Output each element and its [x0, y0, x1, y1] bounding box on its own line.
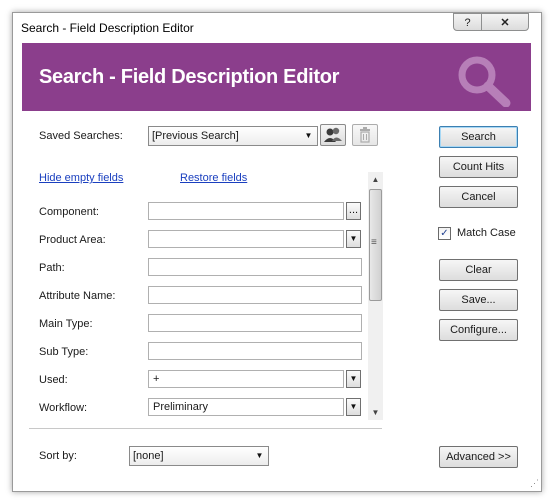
path-label: Path: [39, 262, 65, 274]
chevron-down-icon: ▼ [255, 451, 264, 460]
manage-searches-button[interactable] [320, 124, 346, 146]
workflow-dropdown-button[interactable]: ▼ [346, 398, 361, 416]
sort-by-label: Sort by: [39, 450, 77, 462]
workflow-label: Workflow: [39, 402, 88, 414]
used-dropdown-button[interactable]: ▼ [346, 370, 361, 388]
help-button[interactable]: ? [453, 13, 482, 31]
saved-searches-label: Saved Searches: [39, 130, 123, 142]
product-area-dropdown-button[interactable]: ▼ [346, 230, 361, 248]
hide-empty-fields-link[interactable]: Hide empty fields [39, 172, 123, 184]
advanced-button[interactable]: Advanced >> [439, 446, 518, 468]
match-case-checkbox[interactable]: ✓ [438, 227, 451, 240]
path-field[interactable] [148, 258, 362, 276]
fields-scrollbar[interactable]: ▲ ≡ ▼ [368, 172, 383, 420]
restore-fields-link[interactable]: Restore fields [180, 172, 247, 184]
component-label: Component: [39, 206, 99, 218]
header-banner: Search - Field Description Editor [22, 43, 531, 111]
scrollbar-grip: ≡ [371, 237, 377, 248]
sort-by-value: [none] [133, 450, 164, 462]
save-button[interactable]: Save... [439, 289, 518, 311]
title-bar: Search - Field Description Editor ? ✕ [13, 13, 541, 43]
workflow-field[interactable]: Preliminary [148, 398, 344, 416]
configure-button[interactable]: Configure... [439, 319, 518, 341]
trash-icon [360, 127, 370, 143]
product-area-field[interactable] [148, 230, 344, 248]
used-label: Used: [39, 374, 68, 386]
component-browse-button[interactable]: ... [346, 202, 361, 220]
users-icon [324, 127, 342, 142]
main-type-label: Main Type: [39, 318, 93, 330]
saved-searches-select[interactable]: [Previous Search] ▼ [148, 126, 318, 146]
search-button[interactable]: Search [439, 126, 518, 148]
clear-button[interactable]: Clear [439, 259, 518, 281]
resize-grip-icon[interactable]: ⋰ [530, 478, 539, 489]
match-case-label: Match Case [457, 227, 516, 239]
sub-type-field[interactable] [148, 342, 362, 360]
cancel-button[interactable]: Cancel [439, 186, 518, 208]
sub-type-label: Sub Type: [39, 346, 89, 358]
attribute-name-field[interactable] [148, 286, 362, 304]
divider [29, 428, 382, 429]
count-hits-button[interactable]: Count Hits [439, 156, 518, 178]
attribute-name-label: Attribute Name: [39, 290, 116, 302]
search-dialog-window: Search - Field Description Editor ? ✕ Se… [12, 12, 542, 492]
banner-title: Search - Field Description Editor [39, 66, 340, 88]
used-field[interactable]: + [148, 370, 344, 388]
scroll-up-arrow-icon[interactable]: ▲ [368, 172, 383, 187]
component-field[interactable] [148, 202, 344, 220]
search-magnifier-icon [458, 56, 511, 107]
delete-search-button[interactable] [352, 124, 378, 146]
window-title: Search - Field Description Editor [21, 21, 194, 35]
close-button[interactable]: ✕ [481, 13, 529, 31]
chevron-down-icon: ▼ [304, 131, 313, 140]
product-area-label: Product Area: [39, 234, 106, 246]
scroll-down-arrow-icon[interactable]: ▼ [368, 405, 383, 420]
sort-by-select[interactable]: [none] ▼ [129, 446, 269, 466]
saved-searches-value: [Previous Search] [152, 130, 239, 142]
main-type-field[interactable] [148, 314, 362, 332]
